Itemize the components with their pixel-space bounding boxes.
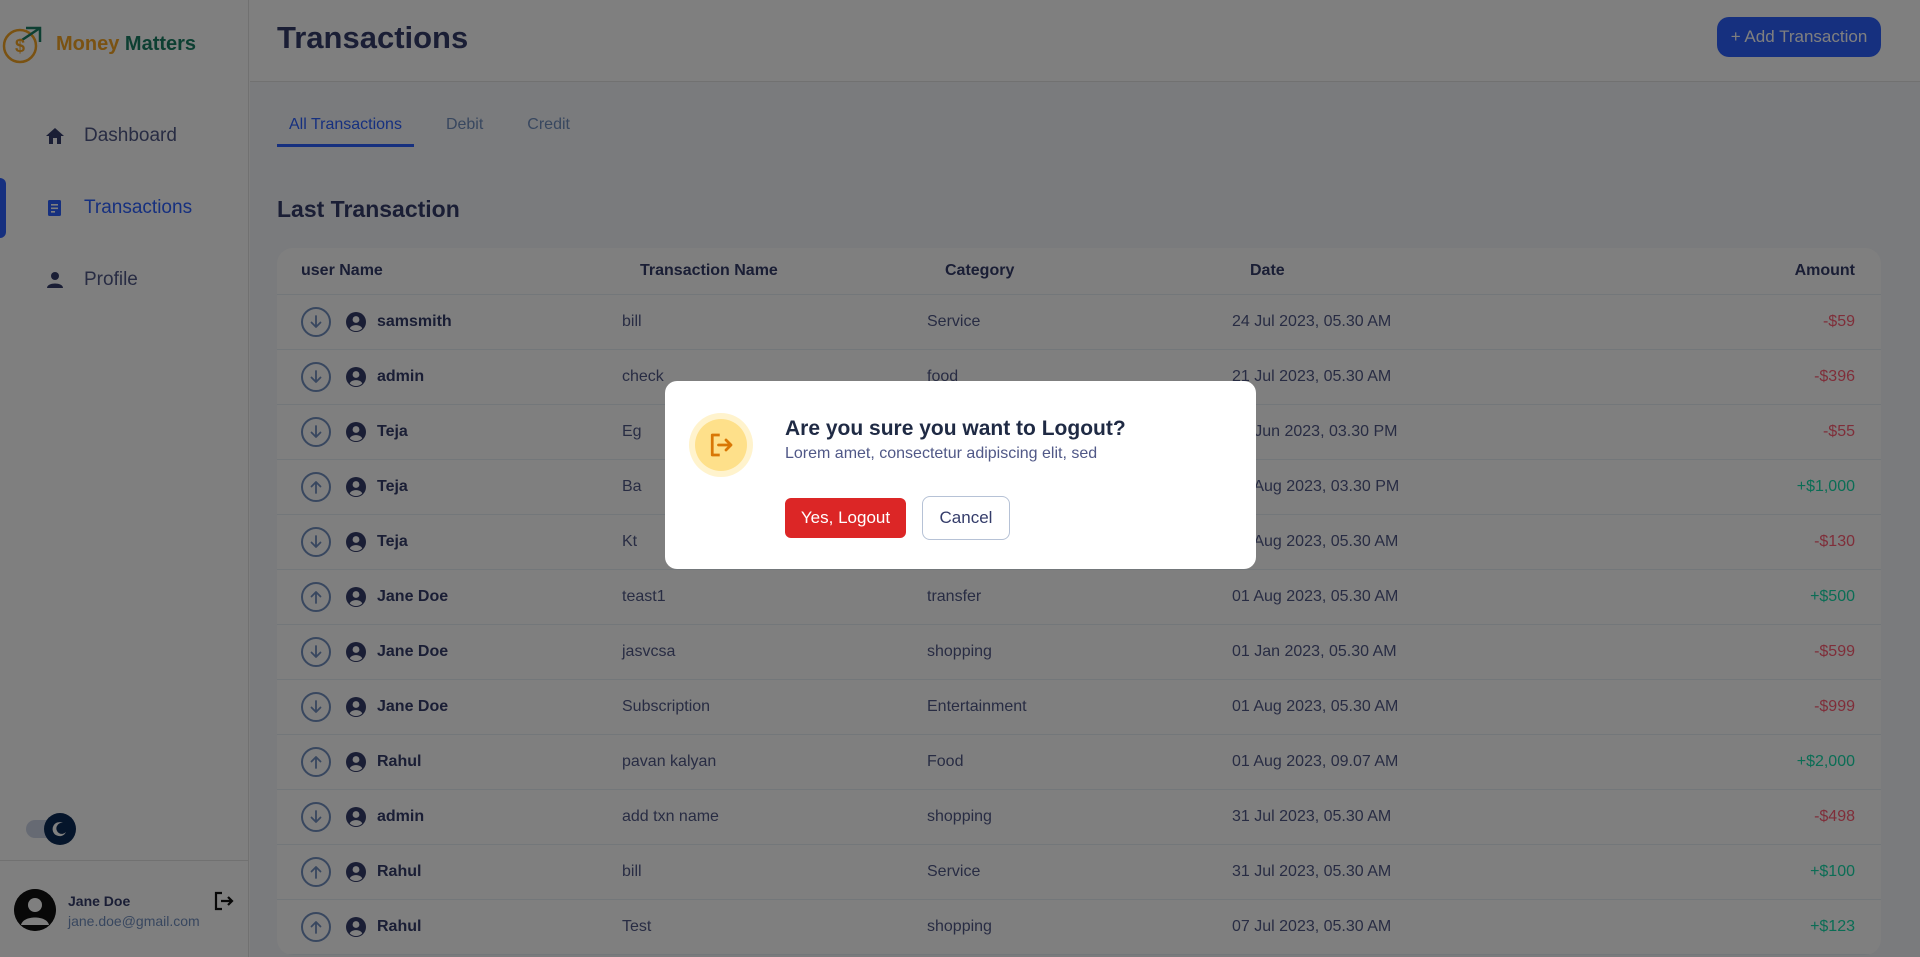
modal-backdrop[interactable]: Are you sure you want to Logout? Lorem a… <box>0 0 1920 957</box>
confirm-logout-button[interactable]: Yes, Logout <box>785 498 906 538</box>
logout-dialog: Are you sure you want to Logout? Lorem a… <box>665 381 1256 569</box>
cancel-button[interactable]: Cancel <box>922 496 1010 540</box>
dialog-title: Are you sure you want to Logout? <box>785 417 1126 440</box>
logout-icon <box>689 413 753 477</box>
dialog-subtitle: Lorem amet, consectetur adipiscing elit,… <box>785 445 1098 462</box>
